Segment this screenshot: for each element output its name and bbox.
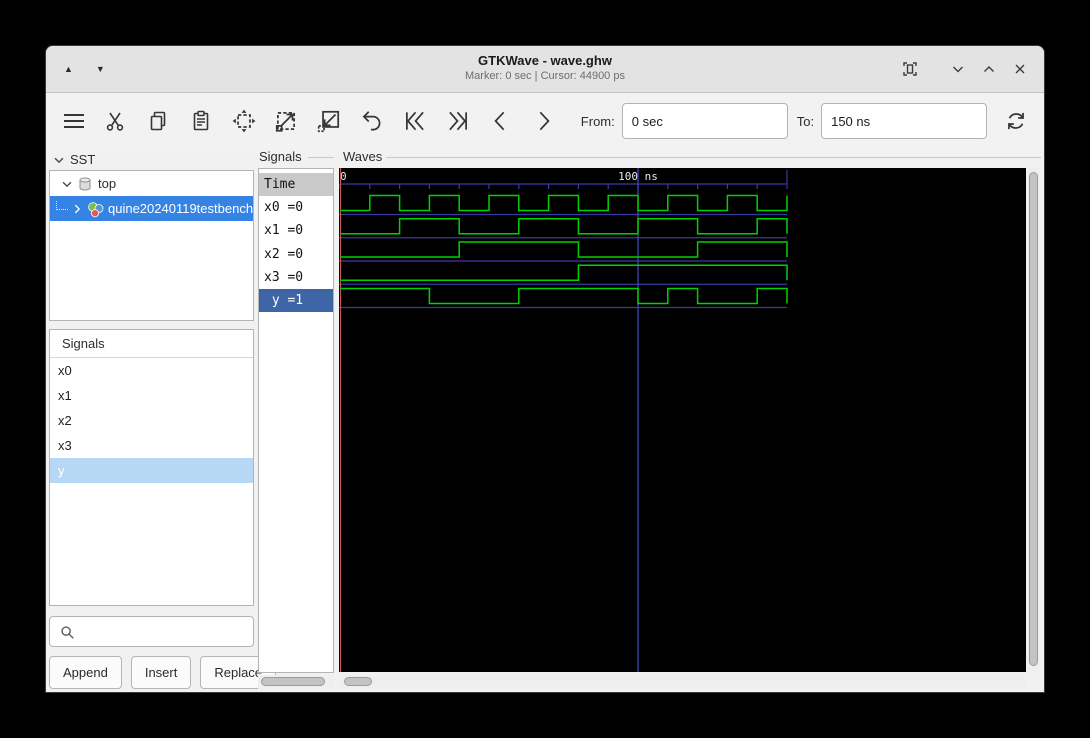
zoom-fit-icon xyxy=(232,109,255,133)
close-icon xyxy=(1015,64,1025,74)
window-subtitle: Marker: 0 sec | Cursor: 44900 ps xyxy=(465,70,625,82)
minimize-button[interactable] xyxy=(948,59,968,79)
list-item-x1[interactable]: x1 xyxy=(50,383,253,408)
copy-icon xyxy=(150,111,166,131)
reload-icon xyxy=(1007,112,1024,130)
maximize-button[interactable] xyxy=(979,59,999,79)
paste-button[interactable] xyxy=(186,105,215,137)
paste-icon xyxy=(193,110,209,131)
menu-button[interactable] xyxy=(58,105,91,137)
chevron-up-icon xyxy=(984,66,994,72)
to-label: To: xyxy=(796,113,815,129)
tile-icon xyxy=(903,62,917,76)
reload-button[interactable] xyxy=(1001,105,1030,137)
close-button[interactable] xyxy=(1010,59,1030,79)
tree-connector xyxy=(56,201,68,210)
copy-button[interactable] xyxy=(144,105,173,137)
window-title: GTKWave - wave.ghw xyxy=(478,53,612,68)
values-horizontal-scrollbar xyxy=(258,675,334,689)
tree-item-testbench[interactable]: quine20240119testbench xyxy=(50,196,253,221)
list-item-label: y xyxy=(58,463,65,478)
value-text: y =1 xyxy=(264,293,304,309)
tree-item-label: top xyxy=(98,176,117,191)
wave-canvas[interactable]: 0 100 ns xyxy=(339,168,1026,672)
scrollbar-thumb[interactable] xyxy=(1029,172,1038,666)
gtkwave-window: ▲ ▼ GTKWave - wave.ghw Marker: 0 sec | C… xyxy=(45,45,1045,693)
list-item-label: x1 xyxy=(58,388,72,403)
chevron-down-icon xyxy=(54,157,64,163)
toolbar: From: To: xyxy=(46,93,1044,149)
time-header: Time xyxy=(259,173,333,196)
go-to-start-button[interactable] xyxy=(400,105,429,137)
values-frame-label: Signals xyxy=(259,149,302,164)
go-to-end-icon xyxy=(448,111,467,131)
tile-window-button[interactable] xyxy=(900,59,920,79)
list-item-x0[interactable]: x0 xyxy=(50,358,253,383)
value-row-x2[interactable]: x2 =0 xyxy=(259,243,333,266)
list-item-label: x3 xyxy=(58,438,72,453)
append-button[interactable]: Append xyxy=(49,656,122,689)
sst-expander[interactable]: SST xyxy=(52,152,95,167)
value-text: x3 =0 xyxy=(264,269,304,285)
list-item-x2[interactable]: x2 xyxy=(50,408,253,433)
cut-button[interactable] xyxy=(101,105,130,137)
from-input[interactable] xyxy=(621,103,788,139)
shift-right-icon xyxy=(540,111,550,131)
value-row-y[interactable]: y =1 xyxy=(259,289,333,313)
menu-icon xyxy=(64,114,85,128)
tree-item-top[interactable]: top xyxy=(50,171,253,196)
list-item-x3[interactable]: x3 xyxy=(50,433,253,458)
titlebar: ▲ ▼ GTKWave - wave.ghw Marker: 0 sec | C… xyxy=(46,46,1044,93)
zoom-out-button[interactable] xyxy=(315,105,344,137)
tree-item-label: quine20240119testbench xyxy=(108,201,253,216)
list-item-label: x2 xyxy=(58,413,72,428)
zoom-fit-button[interactable] xyxy=(229,105,258,137)
search-icon xyxy=(61,625,74,639)
shift-left-icon xyxy=(493,111,504,131)
zoom-out-icon xyxy=(318,110,340,133)
sst-tree: top quine20240119testbench xyxy=(49,170,254,321)
shift-right-button[interactable] xyxy=(529,105,558,137)
database-cylinder-icon xyxy=(77,176,93,192)
action-buttons: Append Insert Replace xyxy=(49,656,277,689)
from-label: From: xyxy=(580,113,615,129)
scrollbar-thumb[interactable] xyxy=(261,677,325,686)
facility-list-header: Signals xyxy=(50,330,253,358)
expander-closed-icon[interactable] xyxy=(70,202,84,216)
value-text: x0 =0 xyxy=(264,200,304,216)
zoom-in-icon xyxy=(276,112,296,132)
zoom-in-button[interactable] xyxy=(272,105,301,137)
undo-button[interactable] xyxy=(358,105,387,137)
wave-horizontal-scrollbar xyxy=(339,675,1026,689)
value-row-x1[interactable]: x1 =0 xyxy=(259,219,333,242)
chevron-down-icon xyxy=(953,66,963,73)
value-row-x0[interactable]: x0 =0 xyxy=(259,196,333,219)
value-text: x1 =0 xyxy=(264,223,304,239)
to-input[interactable] xyxy=(821,103,988,139)
shift-left-button[interactable] xyxy=(486,105,515,137)
insert-button[interactable]: Insert xyxy=(130,656,192,689)
sst-label: SST xyxy=(70,152,96,167)
list-item-y[interactable]: y xyxy=(50,458,253,483)
signal-search xyxy=(49,616,254,647)
search-input[interactable] xyxy=(76,617,253,646)
undo-icon xyxy=(362,111,381,131)
signal-values-panel: Time x0 =0 x1 =0 x2 =0 x3 =0 y =1 xyxy=(258,168,334,673)
cut-icon xyxy=(106,112,124,131)
value-row-x3[interactable]: x3 =0 xyxy=(259,266,333,289)
value-text: x2 =0 xyxy=(264,246,304,262)
waves-frame-label: Waves xyxy=(343,149,383,164)
module-spheres-icon xyxy=(87,201,104,217)
scrollbar-thumb[interactable] xyxy=(344,677,372,686)
desktop: ▲ ▼ GTKWave - wave.ghw Marker: 0 sec | C… xyxy=(0,0,1090,738)
go-to-start-icon xyxy=(405,111,424,131)
list-item-label: x0 xyxy=(58,363,72,378)
main-content: SST top quine20240119testbench Signals x… xyxy=(46,149,1044,692)
facility-list: Signals x0 x1 x2 x3 y xyxy=(49,329,254,606)
wave-vertical-scrollbar xyxy=(1027,168,1041,672)
expander-open-icon[interactable] xyxy=(60,177,74,191)
go-to-end-button[interactable] xyxy=(443,105,472,137)
